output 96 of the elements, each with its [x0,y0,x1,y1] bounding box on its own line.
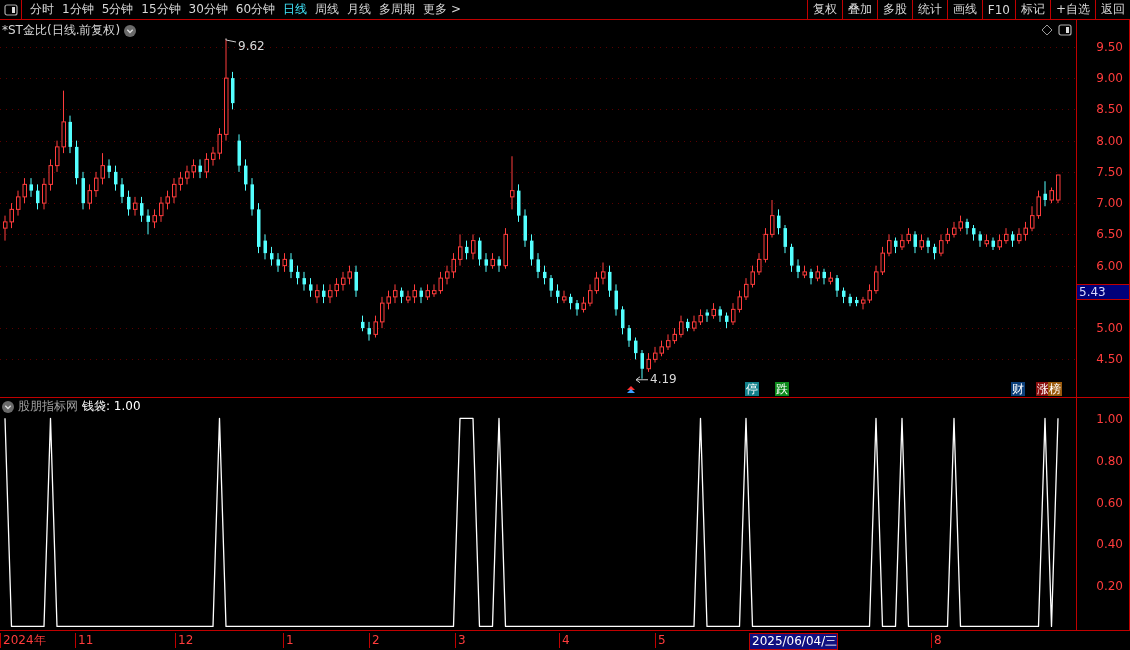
cursor-date-label: 2025/06/04/三 [749,633,839,650]
candlestick [510,155,515,210]
period-tab[interactable]: 1分钟 [58,0,98,19]
date-label: 8 [931,633,942,648]
candlestick [646,352,651,373]
candlestick [315,283,320,304]
date-label: 2 [369,633,380,648]
candlestick [270,246,274,267]
signal-tag: 榜 [1048,382,1062,396]
period-tab[interactable]: 15分钟 [137,0,185,19]
candlestick [244,158,248,192]
price-tick: 8.00 [1096,133,1123,148]
candlestick [465,240,469,260]
price-tick: 9.50 [1096,39,1123,54]
candlestick [562,290,567,304]
candlestick [543,265,547,285]
indicator-tick: 0.60 [1096,495,1123,510]
candlestick [790,243,794,273]
candlestick [608,265,612,298]
candlestick [978,230,982,248]
candlestick [497,255,501,273]
triangle-marker-icon [627,386,635,394]
candlestick [127,190,131,217]
candlestick [556,283,560,304]
candlestick [322,283,326,304]
date-label: 2024年 [0,633,46,648]
price-tick: 5.00 [1096,321,1123,336]
indicator-reading: 钱袋: 1.00 [82,398,141,415]
candlestick [373,315,378,338]
period-tab[interactable]: 多周期 [375,0,420,19]
candlestick [152,208,157,229]
candlestick [87,183,92,210]
date-label: 11 [75,633,94,648]
panel-icon[interactable] [1058,24,1072,36]
candlestick [471,233,476,260]
candlestick [601,262,606,285]
candlestick [770,199,775,238]
signal-tag: 财 [1011,382,1025,396]
period-tab[interactable]: 60分钟 [231,0,280,19]
signal-tag: 跌 [775,382,789,396]
period-tab[interactable]: 日线 [279,0,312,19]
indicator-tick: 0.20 [1096,578,1123,593]
candlestick [679,315,684,338]
candlestick [309,277,313,298]
indicator-tick: 1.00 [1096,412,1123,427]
candlestick [634,337,638,360]
period-tab[interactable]: 周线 [311,0,344,19]
date-label: 5 [655,633,666,648]
candlestick [777,208,781,235]
price-tick: 7.50 [1096,164,1123,179]
candlestick [1004,227,1009,245]
current-price-label: 5.43 [1077,284,1129,300]
price-tick: 9.00 [1096,71,1123,86]
candlestick [458,233,463,267]
date-label: 1 [283,633,294,648]
candlestick [393,283,398,304]
indicator-source: 股朋指标网 [18,398,78,415]
candlestick [621,305,625,335]
candlestick [296,265,300,285]
candlestick [887,233,892,257]
chart-title: *ST金比(日线.前复权) [2,22,121,39]
signal-tag: 停 [745,382,759,396]
date-label: 4 [559,633,570,648]
price-tick: 6.50 [1096,227,1123,242]
period-tab[interactable]: 更多 > [419,0,465,19]
high-price-label: 9.62 [238,39,265,53]
candlestick [484,252,488,273]
candlestick [140,196,144,223]
candlestick [282,252,287,273]
candlestick [478,237,482,267]
candlestick [718,305,722,323]
leader-line [635,376,649,384]
indicator-tick: 0.40 [1096,537,1123,552]
low-price-label: 4.19 [650,371,677,386]
period-tab[interactable]: 5分钟 [97,0,138,19]
candlestick [530,233,534,267]
price-tick: 4.50 [1096,352,1123,367]
candlestick [133,196,138,217]
diamond-icon[interactable] [1041,24,1053,36]
period-tab[interactable]: 分时 [26,0,58,19]
price-tick: 6.00 [1096,258,1123,273]
date-label: 12 [175,633,194,648]
period-tab[interactable]: 月线 [343,0,376,19]
candlestick [36,183,40,210]
dropdown-icon[interactable] [124,24,137,37]
candlestick [276,252,280,273]
price-tick: 7.00 [1096,196,1123,211]
candlestick [29,177,33,198]
dropdown-icon[interactable] [2,400,14,413]
candlestick [204,152,209,179]
price-tick: 8.50 [1096,102,1123,117]
date-label: 3 [455,633,466,648]
period-tab[interactable]: 30分钟 [184,0,232,19]
indicator-tick: 0.80 [1096,453,1123,468]
leader-line [225,37,237,43]
candlestick [114,165,118,192]
